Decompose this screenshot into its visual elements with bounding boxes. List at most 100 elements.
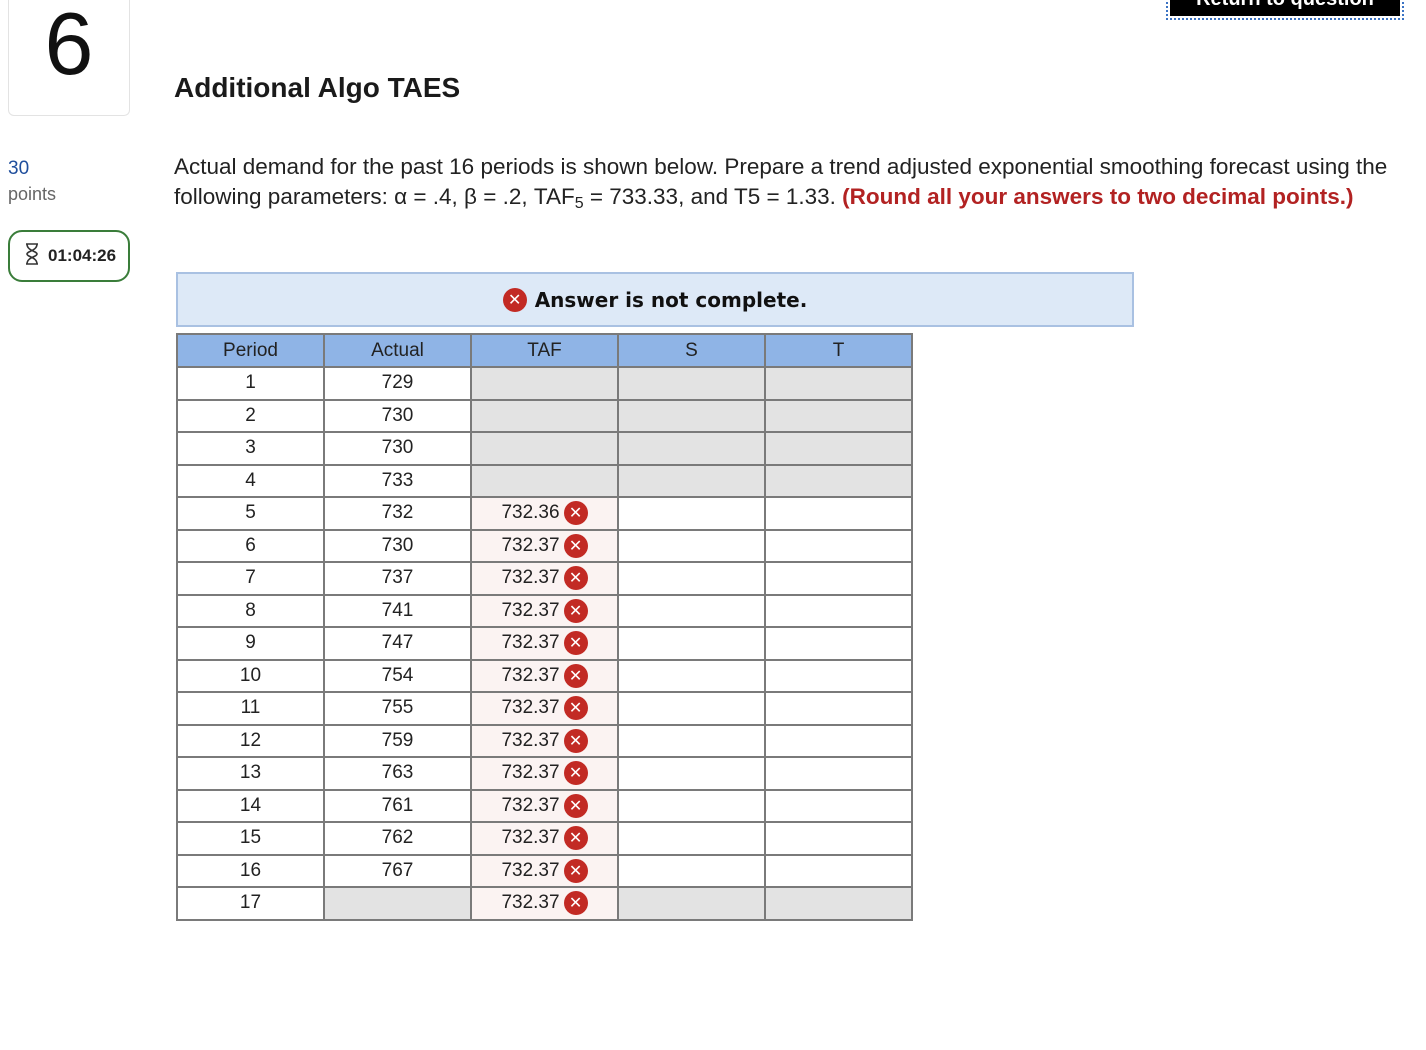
taf-cell[interactable]: 732.36 ✕ bbox=[470, 496, 619, 531]
taf-value[interactable]: 732.37 bbox=[501, 632, 559, 653]
period-cell: 15 bbox=[176, 821, 325, 856]
t-cell[interactable] bbox=[764, 626, 913, 661]
actual-cell: 761 bbox=[323, 788, 472, 823]
s-cell[interactable] bbox=[617, 496, 766, 531]
s-cell[interactable] bbox=[617, 691, 766, 726]
taf-cell[interactable]: 732.37 ✕ bbox=[470, 626, 619, 661]
taf-cell[interactable]: 732.37 ✕ bbox=[470, 756, 619, 791]
taf-value[interactable]: 732.37 bbox=[501, 827, 559, 848]
forecast-table: Period Actual TAF S T 1 729 2 730 3 730 4 733 5 7… bbox=[176, 333, 913, 921]
taf-value[interactable]: 732.37 bbox=[501, 795, 559, 816]
table-row: 2 730 bbox=[176, 398, 913, 433]
taf-value[interactable]: 732.36 bbox=[501, 502, 559, 523]
taf-value[interactable]: 732.37 bbox=[501, 600, 559, 621]
period-cell: 5 bbox=[176, 496, 325, 531]
taf-cell[interactable]: 732.37 ✕ bbox=[470, 658, 619, 693]
table-row: 4 733 bbox=[176, 463, 913, 498]
s-cell[interactable] bbox=[617, 626, 766, 661]
taf-cell[interactable]: 732.37 ✕ bbox=[470, 788, 619, 823]
actual-cell bbox=[323, 886, 472, 921]
x-circle-icon: ✕ bbox=[502, 287, 527, 312]
taf-value[interactable]: 732.37 bbox=[501, 567, 559, 588]
x-circle-icon: ✕ bbox=[563, 696, 588, 721]
t-cell[interactable] bbox=[764, 528, 913, 563]
timer: 01:04:26 bbox=[8, 230, 130, 282]
taf-cell[interactable]: 732.37 ✕ bbox=[470, 528, 619, 563]
return-to-question-button[interactable]: Return to question bbox=[1166, 0, 1404, 20]
taf-value[interactable]: 732.37 bbox=[501, 762, 559, 783]
s-cell[interactable] bbox=[617, 561, 766, 596]
x-circle-icon: ✕ bbox=[563, 793, 588, 818]
taf-cell bbox=[470, 431, 619, 466]
table-row: 9 747 732.37 ✕ bbox=[176, 626, 913, 661]
table-row: 6 730 732.37 ✕ bbox=[176, 528, 913, 563]
prompt-tail: = 733.33, and T5 = 1.33. bbox=[583, 184, 843, 209]
s-cell[interactable] bbox=[617, 528, 766, 563]
t-cell bbox=[764, 463, 913, 498]
period-cell: 9 bbox=[176, 626, 325, 661]
t-cell[interactable] bbox=[764, 788, 913, 823]
question-title: Additional Algo TAES bbox=[174, 72, 461, 103]
taf-cell[interactable]: 732.37 ✕ bbox=[470, 853, 619, 888]
table-row: 17 732.37 ✕ bbox=[176, 886, 913, 921]
period-cell: 2 bbox=[176, 398, 325, 433]
period-cell: 1 bbox=[176, 366, 325, 401]
actual-cell: 759 bbox=[323, 723, 472, 758]
actual-cell: 741 bbox=[323, 593, 472, 628]
s-cell[interactable] bbox=[617, 593, 766, 628]
s-cell[interactable] bbox=[617, 788, 766, 823]
taf-cell bbox=[470, 463, 619, 498]
actual-cell: 729 bbox=[323, 366, 472, 401]
taf-value[interactable]: 732.37 bbox=[501, 535, 559, 556]
actual-cell: 737 bbox=[323, 561, 472, 596]
taf-value[interactable]: 732.37 bbox=[501, 665, 559, 686]
x-circle-icon: ✕ bbox=[563, 761, 588, 786]
taf-cell[interactable]: 732.37 ✕ bbox=[470, 723, 619, 758]
t-cell[interactable] bbox=[764, 756, 913, 791]
taf-cell[interactable]: 732.37 ✕ bbox=[470, 593, 619, 628]
period-cell: 13 bbox=[176, 756, 325, 791]
s-cell[interactable] bbox=[617, 723, 766, 758]
taf-cell[interactable]: 732.37 ✕ bbox=[470, 691, 619, 726]
table-row: 14 761 732.37 ✕ bbox=[176, 788, 913, 823]
banner-text: Answer is not complete. bbox=[534, 287, 808, 312]
taf-cell[interactable]: 732.37 ✕ bbox=[470, 561, 619, 596]
taf-value[interactable]: 732.37 bbox=[501, 860, 559, 881]
x-circle-icon: ✕ bbox=[563, 631, 588, 656]
taf-cell[interactable]: 732.37 ✕ bbox=[470, 821, 619, 856]
prompt-subscript: 5 bbox=[574, 195, 584, 212]
t-cell[interactable] bbox=[764, 821, 913, 856]
x-circle-icon: ✕ bbox=[563, 533, 588, 558]
actual-cell: 733 bbox=[323, 463, 472, 498]
actual-cell: 732 bbox=[323, 496, 472, 531]
table-row: 1 729 bbox=[176, 366, 913, 401]
header-actual: Actual bbox=[323, 333, 472, 368]
taf-value[interactable]: 732.37 bbox=[501, 697, 559, 718]
taf-value[interactable]: 732.37 bbox=[501, 892, 559, 913]
return-button-label[interactable]: Return to question bbox=[1170, 0, 1400, 16]
hourglass-icon bbox=[24, 242, 40, 270]
s-cell[interactable] bbox=[617, 853, 766, 888]
t-cell[interactable] bbox=[764, 723, 913, 758]
x-circle-icon: ✕ bbox=[563, 566, 588, 591]
x-circle-icon: ✕ bbox=[563, 858, 588, 883]
taf-cell[interactable]: 732.37 ✕ bbox=[470, 886, 619, 921]
s-cell bbox=[617, 886, 766, 921]
t-cell[interactable] bbox=[764, 853, 913, 888]
table-header-row: Period Actual TAF S T bbox=[176, 333, 913, 368]
period-cell: 12 bbox=[176, 723, 325, 758]
s-cell[interactable] bbox=[617, 821, 766, 856]
period-cell: 16 bbox=[176, 853, 325, 888]
actual-cell: 730 bbox=[323, 431, 472, 466]
t-cell[interactable] bbox=[764, 658, 913, 693]
actual-cell: 730 bbox=[323, 528, 472, 563]
s-cell[interactable] bbox=[617, 658, 766, 693]
points-label: points bbox=[8, 184, 57, 204]
t-cell[interactable] bbox=[764, 561, 913, 596]
t-cell[interactable] bbox=[764, 496, 913, 531]
t-cell[interactable] bbox=[764, 691, 913, 726]
t-cell[interactable] bbox=[764, 593, 913, 628]
table-row: 11 755 732.37 ✕ bbox=[176, 691, 913, 726]
taf-value[interactable]: 732.37 bbox=[501, 730, 559, 751]
s-cell[interactable] bbox=[617, 756, 766, 791]
